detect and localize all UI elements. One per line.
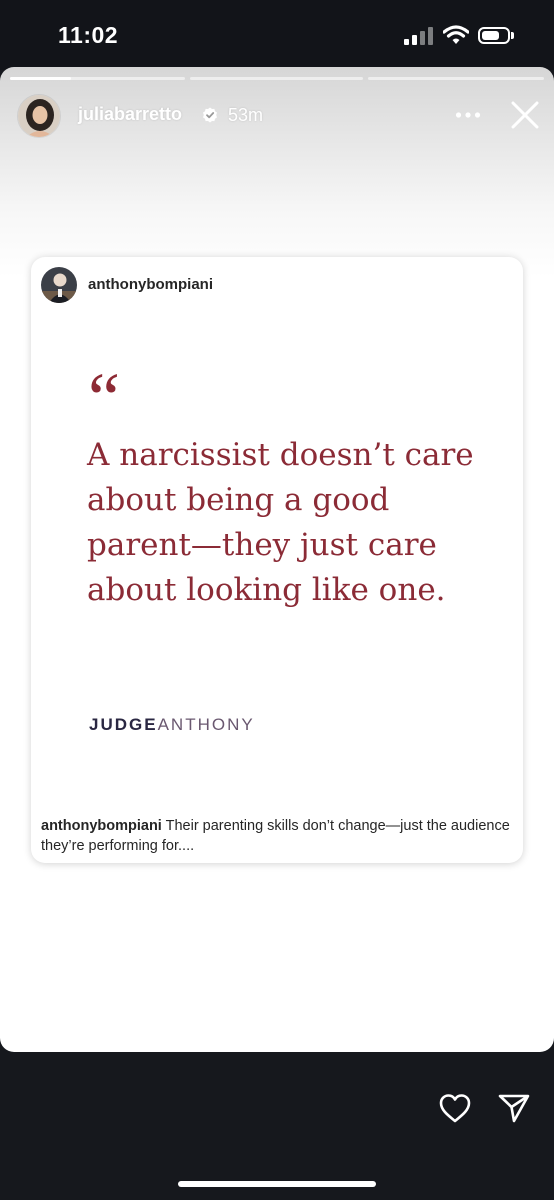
brand-logo: JUDGEANTHONY xyxy=(89,715,255,735)
more-horizontal-icon[interactable] xyxy=(455,111,481,119)
brand-logo-light: ANTHONY xyxy=(157,715,255,734)
post-author-avatar[interactable] xyxy=(41,267,77,303)
brand-logo-bold: JUDGE xyxy=(89,715,158,734)
cellular-signal-icon xyxy=(404,27,434,45)
post-caption: anthonybompiani Their parenting skills d… xyxy=(41,816,511,856)
story-username[interactable]: juliabarretto xyxy=(78,104,182,125)
caption-author[interactable]: anthonybompiani xyxy=(41,818,162,834)
wifi-icon xyxy=(443,25,469,44)
quote-text: A narcissist doesn’t care about being a … xyxy=(87,437,474,608)
battery-icon xyxy=(478,27,510,44)
story-progress-segment xyxy=(368,77,544,80)
story-progress-fill xyxy=(10,77,72,80)
verified-badge-icon xyxy=(203,107,217,123)
send-icon[interactable] xyxy=(497,1092,531,1124)
story-user-avatar[interactable] xyxy=(17,94,61,138)
battery-cap xyxy=(511,32,514,39)
status-time: 11:02 xyxy=(58,22,119,48)
heart-icon[interactable] xyxy=(438,1092,472,1124)
story-progress-segment xyxy=(190,77,363,80)
quote-mark-icon: “ xyxy=(88,358,120,438)
status-bar: 11:02 xyxy=(0,0,554,70)
home-indicator xyxy=(178,1181,376,1187)
close-icon[interactable] xyxy=(509,99,541,131)
story-viewer[interactable]: juliabarretto 53m anthonybompiani “ A na… xyxy=(0,67,554,1052)
shared-post-card[interactable]: anthonybompiani “ A narcissist doesn’t c… xyxy=(31,257,523,863)
story-timestamp: 53m xyxy=(228,105,264,125)
story-progress-segment xyxy=(10,77,185,80)
battery-level xyxy=(482,31,499,40)
post-author-username[interactable]: anthonybompiani xyxy=(88,276,213,293)
